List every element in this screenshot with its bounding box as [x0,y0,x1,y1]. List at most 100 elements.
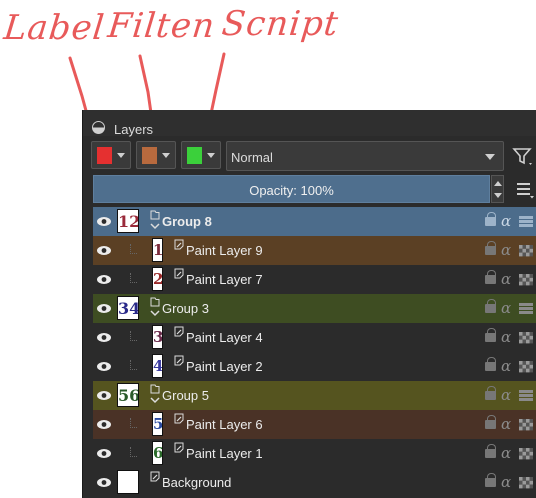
layer-properties: α [481,270,536,288]
layer-name[interactable]: Group 8 [162,214,212,229]
lock-icon[interactable] [485,415,496,429]
opacity-spinner[interactable] [491,175,504,203]
tree-guide [130,447,137,457]
layer-thumbnail: 5 [152,412,163,436]
layer-thumbnail: 1 [152,238,163,262]
paint-layer-icon[interactable] [173,411,185,438]
lock-icon[interactable] [485,444,496,458]
layer-name[interactable]: Paint Layer 1 [186,446,263,461]
blend-mode-select[interactable]: Normal [226,141,504,171]
paint-layer-icon[interactable] [173,353,185,380]
alpha-lock-icon[interactable]: α [501,328,511,346]
pass-through-icon[interactable] [518,302,534,315]
lock-icon[interactable] [485,357,496,371]
inherit-alpha-icon[interactable] [518,418,534,431]
lock-icon[interactable] [485,270,496,284]
layer-name[interactable]: Paint Layer 7 [186,272,263,287]
paint-layer-icon[interactable] [173,266,185,293]
visibility-eye-icon[interactable] [96,447,112,460]
alpha-lock-icon[interactable]: α [501,386,511,404]
alpha-lock-icon[interactable]: α [501,357,511,375]
layer-name[interactable]: Paint Layer 6 [186,417,263,432]
lock-icon[interactable] [485,299,496,313]
layer-name[interactable]: Paint Layer 2 [186,359,263,374]
paint-layer-icon[interactable] [149,469,161,496]
alpha-lock-icon[interactable]: α [501,415,511,433]
group-layer-icon[interactable] [149,295,161,322]
layer-row[interactable]: 4 Paint Layer 2 α [93,352,536,381]
inherit-alpha-icon[interactable] [518,244,534,257]
spin-down-icon[interactable] [494,193,502,198]
spin-up-icon[interactable] [494,181,502,186]
docker-titlebar: Layers [83,110,536,137]
layers-docker: Layers Normal Opacity: 100% 12 Group 8 α… [82,110,536,498]
layer-row[interactable]: 5 Paint Layer 6 α [93,410,536,439]
layer-row[interactable]: 56 Group 5 α [93,381,536,410]
label-color-button[interactable] [91,141,131,169]
visibility-eye-icon[interactable] [96,389,112,402]
alpha-lock-icon[interactable]: α [501,241,511,259]
layer-properties: α [481,444,536,462]
layer-name[interactable]: Paint Layer 4 [186,330,263,345]
layer-name[interactable]: Background [162,475,231,490]
opacity-slider[interactable]: Opacity: 100% [93,175,490,203]
inherit-alpha-icon[interactable] [518,360,534,373]
menu-icon[interactable] [515,179,535,199]
alpha-lock-icon[interactable]: α [501,212,511,230]
docker-float-icon[interactable] [92,121,105,134]
layer-properties: α [481,328,536,346]
visibility-eye-icon[interactable] [96,476,112,489]
inherit-alpha-icon[interactable] [518,476,534,489]
filter-icon[interactable] [511,144,535,168]
paint-layer-icon[interactable] [173,440,185,467]
lock-icon[interactable] [485,473,496,487]
tree-guide [130,244,137,254]
layer-name[interactable]: Group 3 [162,301,209,316]
alpha-lock-icon[interactable]: α [501,270,511,288]
layer-thumbnail: 2 [152,267,163,291]
lock-icon[interactable] [485,386,496,400]
visibility-eye-icon[interactable] [96,331,112,344]
group-layer-icon[interactable] [149,382,161,409]
layer-row[interactable]: 3 Paint Layer 4 α [93,323,536,352]
inherit-alpha-icon[interactable] [518,331,534,344]
layer-properties: α [481,473,536,491]
lock-icon[interactable] [485,328,496,342]
layer-row[interactable]: 2 Paint Layer 7 α [93,265,536,294]
visibility-eye-icon[interactable] [96,302,112,315]
layer-row[interactable]: 6 Paint Layer 1 α [93,439,536,468]
lock-icon[interactable] [485,212,496,226]
visibility-eye-icon[interactable] [96,273,112,286]
layer-properties: α [481,241,536,259]
alpha-lock-icon[interactable]: α [501,299,511,317]
alpha-lock-icon[interactable]: α [501,444,511,462]
filter-color-button[interactable] [136,141,176,169]
layer-row[interactable]: 34 Group 3 α [93,294,536,323]
inherit-alpha-icon[interactable] [518,447,534,460]
layer-row[interactable]: Background α [93,468,536,497]
layer-name[interactable]: Group 5 [162,388,209,403]
visibility-eye-icon[interactable] [96,244,112,257]
layer-row[interactable]: 12 Group 8 α [93,207,536,236]
layer-thumbnail [117,470,139,494]
pass-through-icon[interactable] [518,389,534,402]
layer-name[interactable]: Paint Layer 9 [186,243,263,258]
visibility-eye-icon[interactable] [96,360,112,373]
paint-layer-icon[interactable] [173,237,185,264]
paint-layer-icon[interactable] [173,324,185,351]
alpha-lock-icon[interactable]: α [501,473,511,491]
inherit-alpha-icon[interactable] [518,273,534,286]
blend-mode-value: Normal [231,150,273,165]
lock-icon[interactable] [485,241,496,255]
layer-properties: α [481,386,536,404]
script-color-button[interactable] [181,141,221,169]
label-color-swatch [97,147,112,164]
group-layer-icon[interactable] [149,208,161,235]
visibility-eye-icon[interactable] [96,215,112,228]
layer-row[interactable]: 1 Paint Layer 9 α [93,236,536,265]
opacity-row: Opacity: 100% [83,174,536,204]
visibility-eye-icon[interactable] [96,418,112,431]
tree-guide [130,418,137,428]
pass-through-icon[interactable] [518,215,534,228]
docker-title: Layers [114,122,154,137]
